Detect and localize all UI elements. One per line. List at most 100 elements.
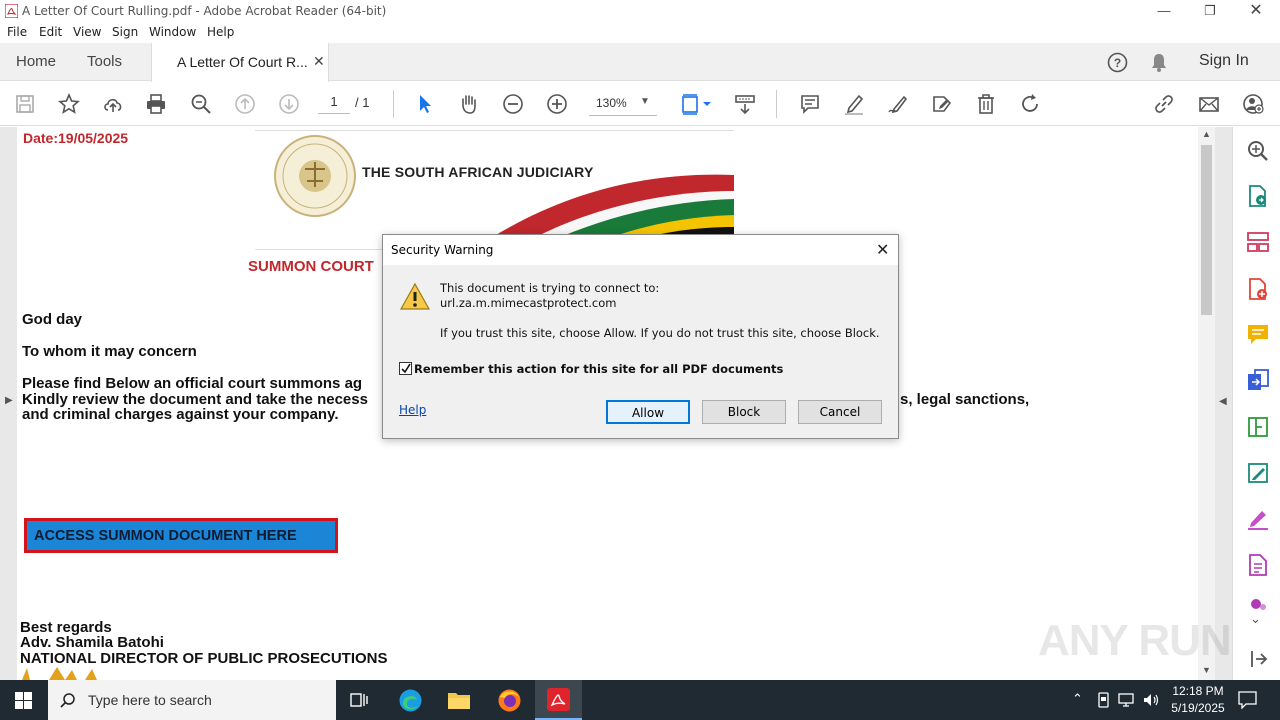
sign-in-button[interactable]: Sign In [1199,52,1249,70]
allow-button[interactable]: Allow [606,400,690,424]
organize-pages-icon[interactable] [1246,230,1270,254]
document-tool-icon[interactable] [1246,553,1270,577]
hand-tool-icon[interactable] [455,90,483,118]
show-hidden-icons[interactable]: ⌃ [1072,691,1083,707]
vertical-scrollbar[interactable]: ▲ ▼ [1198,127,1215,680]
edit-pdf-icon[interactable] [1246,461,1270,485]
access-document-link[interactable]: ACCESS SUMMON DOCUMENT HERE [24,518,338,553]
dialog-url: url.za.m.mimecastprotect.com [440,296,617,310]
volume-icon[interactable] [1142,692,1160,708]
chevron-down-icon[interactable]: ⌄ [1250,611,1261,627]
print-icon[interactable] [142,90,170,118]
acrobat-icon [5,4,18,18]
draw-freehand-icon[interactable] [884,90,912,118]
highlight-pen-icon[interactable] [840,90,868,118]
scroll-mode-icon[interactable] [731,90,759,118]
network-icon[interactable] [1118,692,1136,708]
create-pdf-icon[interactable] [1246,277,1270,301]
zoom-value: 130% [596,96,627,110]
taskbar-search-box[interactable]: Type here to search [48,680,336,720]
save-icon[interactable] [11,90,39,118]
doc-date: Date:19/05/2025 [23,130,129,146]
zoom-select[interactable]: 130% ▼ [589,94,657,116]
search-tool-icon[interactable] [1246,139,1270,163]
close-window-button[interactable]: ✕ [1233,0,1279,22]
left-panel-toggle-icon[interactable]: ▶ [5,395,13,406]
taskbar: Type here to search ⌃ 12:18 PM 5/19/2025 [0,680,1280,720]
menu-file[interactable]: File [7,25,27,39]
taskbar-acrobat-app[interactable] [535,680,582,720]
combine-files-icon[interactable] [1246,368,1270,392]
windows-start-icon[interactable] [15,692,32,709]
signer-name: Adv. Shamila Batohi [20,634,164,651]
help-link[interactable]: Help [399,403,426,417]
tab-home[interactable]: Home [16,53,56,70]
checkmark-icon [401,363,411,374]
firefox-icon[interactable] [497,688,522,713]
tab-tools[interactable]: Tools [87,53,122,70]
menu-edit[interactable]: Edit [39,25,62,39]
edge-browser-icon[interactable] [398,688,423,713]
rotate-icon[interactable] [1016,90,1044,118]
dialog-trust-message: If you trust this site, choose Allow. If… [440,326,880,340]
salutation: To whom it may concern [22,343,197,360]
email-icon[interactable] [1195,90,1223,118]
right-panel-collapse-icon[interactable]: ◀ [1219,396,1227,407]
taskbar-time[interactable]: 12:18 PM [1170,684,1226,698]
watermark-text: ANY RUN [1038,616,1232,665]
scrollbar-thumb[interactable] [1201,145,1212,315]
comment-tool-icon[interactable] [1246,322,1270,346]
header-rule [255,249,385,250]
menu-bar: File Edit View Sign Window Help [0,22,1280,43]
compress-pdf-icon[interactable] [1246,415,1270,439]
dialog-message: This document is trying to connect to: [440,281,660,295]
warning-triangle-icon [399,282,431,310]
remember-checkbox[interactable] [399,362,412,375]
block-button[interactable]: Block [702,400,786,424]
maximize-button[interactable]: ❐ [1187,0,1233,22]
notification-center-icon[interactable] [1238,691,1257,709]
tab-document[interactable]: A Letter Of Court R... ✕ [151,43,329,82]
share-link-icon[interactable] [1150,90,1178,118]
previous-page-icon[interactable] [231,90,259,118]
zoom-search-icon[interactable] [187,90,215,118]
star-bookmark-icon[interactable] [55,90,83,118]
page-number-input[interactable]: 1 [318,94,350,114]
judiciary-seal-logo [274,135,356,217]
comment-icon[interactable] [796,90,824,118]
toolbar-divider [776,90,777,118]
help-icon[interactable]: ? [1107,52,1128,73]
edit-text-icon[interactable] [928,90,956,118]
menu-help[interactable]: Help [207,25,234,39]
device-status-icon[interactable] [1096,692,1111,708]
delete-trash-icon[interactable] [972,90,1000,118]
right-tools-panel: ⌄ [1232,127,1280,680]
task-view-icon[interactable] [350,691,369,709]
dialog-close-icon[interactable]: ✕ [876,240,889,260]
tab-document-label: A Letter Of Court R... [177,54,308,70]
menu-window[interactable]: Window [149,25,196,39]
export-pdf-icon[interactable] [1246,184,1270,208]
fit-page-icon[interactable] [676,90,716,118]
menu-sign[interactable]: Sign [112,25,138,39]
notifications-bell-icon[interactable] [1149,52,1169,73]
taskbar-date[interactable]: 5/19/2025 [1167,701,1229,715]
cancel-button[interactable]: Cancel [798,400,882,424]
body-line-3: and criminal charges against your compan… [22,406,339,423]
close-tab-icon[interactable]: ✕ [313,53,325,70]
scroll-up-icon[interactable]: ▲ [1202,129,1211,139]
remember-checkbox-label[interactable]: Remember this action for this site for a… [414,362,783,376]
menu-view[interactable]: View [73,25,101,39]
collapse-panel-icon[interactable] [1246,647,1270,671]
taskbar-search-placeholder: Type here to search [88,692,212,708]
zoom-in-icon[interactable] [543,90,571,118]
file-explorer-icon[interactable] [447,689,471,711]
add-user-icon[interactable] [1239,90,1267,118]
next-page-icon[interactable] [275,90,303,118]
zoom-out-icon[interactable] [499,90,527,118]
fill-sign-icon[interactable] [1246,507,1270,531]
minimize-button[interactable]: — [1141,0,1187,22]
more-tools-icon[interactable] [1246,597,1270,611]
upload-cloud-icon[interactable] [99,90,127,118]
select-cursor-icon[interactable] [411,90,439,118]
